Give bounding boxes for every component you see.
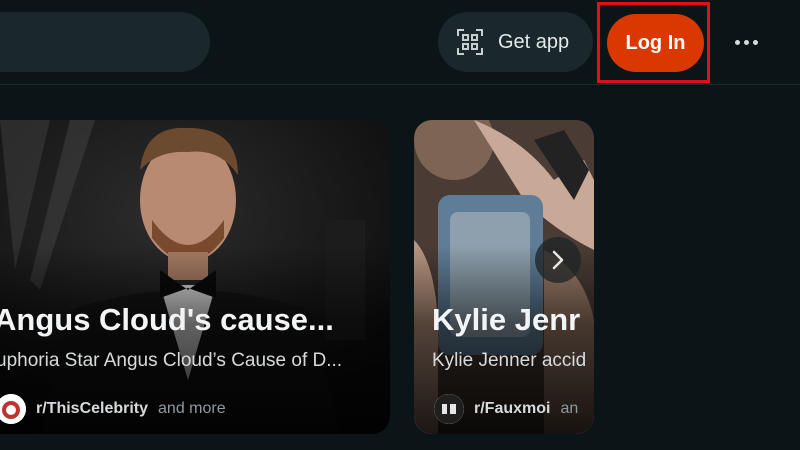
trending-card[interactable]: Angus Cloud's cause... uphoria Star Angu… bbox=[0, 120, 390, 434]
card-subtitle: uphoria Star Angus Cloud’s Cause of D... bbox=[0, 350, 343, 371]
get-app-label: Get app bbox=[498, 30, 570, 53]
card-title: Kylie Jenr bbox=[432, 302, 581, 337]
subreddit-avatar bbox=[434, 394, 464, 424]
get-app-button[interactable]: Get app bbox=[438, 12, 593, 72]
card-source[interactable]: r/Fauxmoi an bbox=[434, 394, 578, 424]
source-suffix: an bbox=[560, 400, 579, 417]
login-button[interactable]: Log In bbox=[607, 14, 704, 72]
qr-code-icon bbox=[457, 29, 483, 55]
dot bbox=[743, 39, 749, 45]
header-divider bbox=[0, 84, 800, 85]
chevron-right-icon bbox=[552, 250, 564, 270]
subreddit-name: r/Fauxmoi bbox=[474, 400, 551, 417]
card-gradient bbox=[0, 120, 390, 434]
dot bbox=[734, 39, 740, 45]
carousel-next-button[interactable] bbox=[535, 237, 581, 283]
card-title: Angus Cloud's cause... bbox=[0, 302, 334, 337]
source-suffix: and more bbox=[158, 400, 226, 417]
card-source[interactable]: r/ThisCelebrity and more bbox=[0, 394, 226, 424]
subreddit-avatar bbox=[0, 394, 26, 424]
top-header: Get app Log In bbox=[0, 0, 800, 84]
card-subtitle: Kylie Jenner accid bbox=[432, 350, 587, 371]
more-options-icon[interactable] bbox=[728, 28, 764, 56]
subreddit-name: r/ThisCelebrity bbox=[36, 400, 149, 417]
dot bbox=[752, 39, 758, 45]
search-bar[interactable] bbox=[0, 12, 210, 72]
